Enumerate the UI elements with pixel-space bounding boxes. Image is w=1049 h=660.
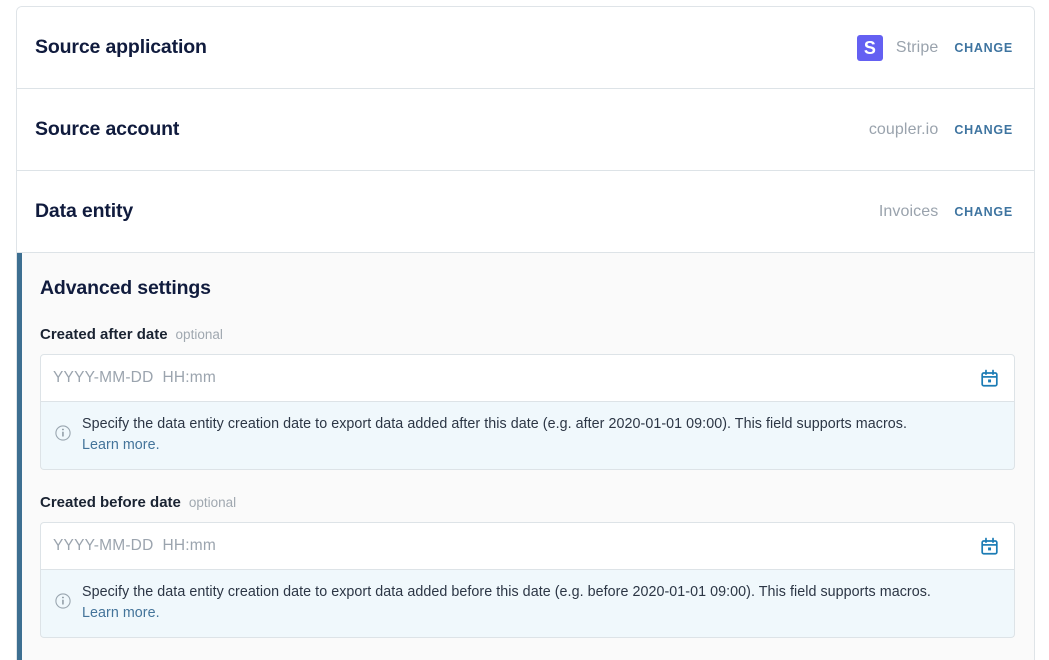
calendar-glyph bbox=[980, 369, 998, 387]
created-after-date-field: Created after date optional YYYY-MM-DD H… bbox=[40, 326, 1015, 470]
created-before-calendar-icon[interactable] bbox=[976, 533, 1002, 559]
created-after-calendar-icon[interactable] bbox=[976, 365, 1002, 391]
stripe-logo-icon: S bbox=[856, 34, 883, 61]
source-application-right: S Stripe CHANGE bbox=[856, 34, 1015, 61]
info-circle-icon bbox=[55, 593, 71, 614]
created-after-date-input-wrap[interactable] bbox=[40, 354, 1015, 402]
created-after-hint-body: Specify the data entity creation date to… bbox=[82, 416, 907, 432]
source-application-value: Stripe bbox=[895, 38, 939, 56]
change-source-application-button[interactable]: CHANGE bbox=[952, 37, 1015, 59]
change-data-entity-button[interactable]: CHANGE bbox=[952, 201, 1015, 223]
created-after-learn-more-link[interactable]: Learn more. bbox=[82, 437, 160, 453]
created-before-date-hint-text: Specify the data entity creation date to… bbox=[82, 582, 931, 624]
advanced-settings-section: Advanced settings Created after date opt… bbox=[17, 253, 1034, 660]
data-entity-right: Invoices CHANGE bbox=[879, 201, 1015, 223]
advanced-settings-title: Advanced settings bbox=[40, 277, 211, 299]
created-before-date-label-row: Created before date optional bbox=[40, 494, 1015, 511]
created-before-learn-more-link[interactable]: Learn more. bbox=[82, 605, 160, 621]
data-entity-value: Invoices bbox=[878, 202, 939, 220]
info-glyph bbox=[55, 425, 71, 441]
importer-config-card: Source application S Stripe CHANGE Sourc… bbox=[16, 6, 1035, 660]
created-after-date-hint: Specify the data entity creation date to… bbox=[40, 402, 1015, 470]
created-before-hint-body: Specify the data entity creation date to… bbox=[82, 584, 931, 600]
source-account-right: coupler.io CHANGE bbox=[869, 119, 1015, 141]
source-application-title: Source application bbox=[35, 36, 207, 58]
source-application-value-group: S Stripe bbox=[856, 34, 939, 61]
row-source-account: Source account coupler.io CHANGE bbox=[17, 89, 1034, 171]
source-account-title: Source account bbox=[35, 118, 180, 140]
created-before-date-input[interactable] bbox=[53, 537, 976, 555]
row-data-entity: Data entity Invoices CHANGE bbox=[17, 171, 1034, 253]
created-after-date-label-row: Created after date optional bbox=[40, 326, 1015, 343]
created-after-date-optional-tag: optional bbox=[175, 327, 223, 342]
source-account-value: coupler.io bbox=[868, 120, 939, 138]
created-before-date-optional-tag: optional bbox=[188, 495, 237, 510]
created-before-date-input-wrap[interactable] bbox=[40, 522, 1015, 570]
created-before-date-field: Created before date optional YYYY-MM-DD … bbox=[40, 494, 1015, 638]
created-after-date-label: Created after date bbox=[40, 326, 168, 343]
info-glyph bbox=[55, 593, 71, 609]
created-before-date-hint: Specify the data entity creation date to… bbox=[40, 570, 1015, 638]
created-after-date-hint-text: Specify the data entity creation date to… bbox=[82, 414, 907, 456]
row-source-application: Source application S Stripe CHANGE bbox=[17, 7, 1034, 89]
created-after-date-input[interactable] bbox=[53, 369, 976, 387]
page-root: Source application S Stripe CHANGE Sourc… bbox=[0, 0, 1049, 660]
change-source-account-button[interactable]: CHANGE bbox=[952, 119, 1015, 141]
calendar-glyph bbox=[980, 537, 998, 555]
info-circle-icon bbox=[55, 425, 71, 446]
data-entity-title: Data entity bbox=[35, 200, 134, 222]
created-before-date-label: Created before date bbox=[40, 494, 181, 511]
